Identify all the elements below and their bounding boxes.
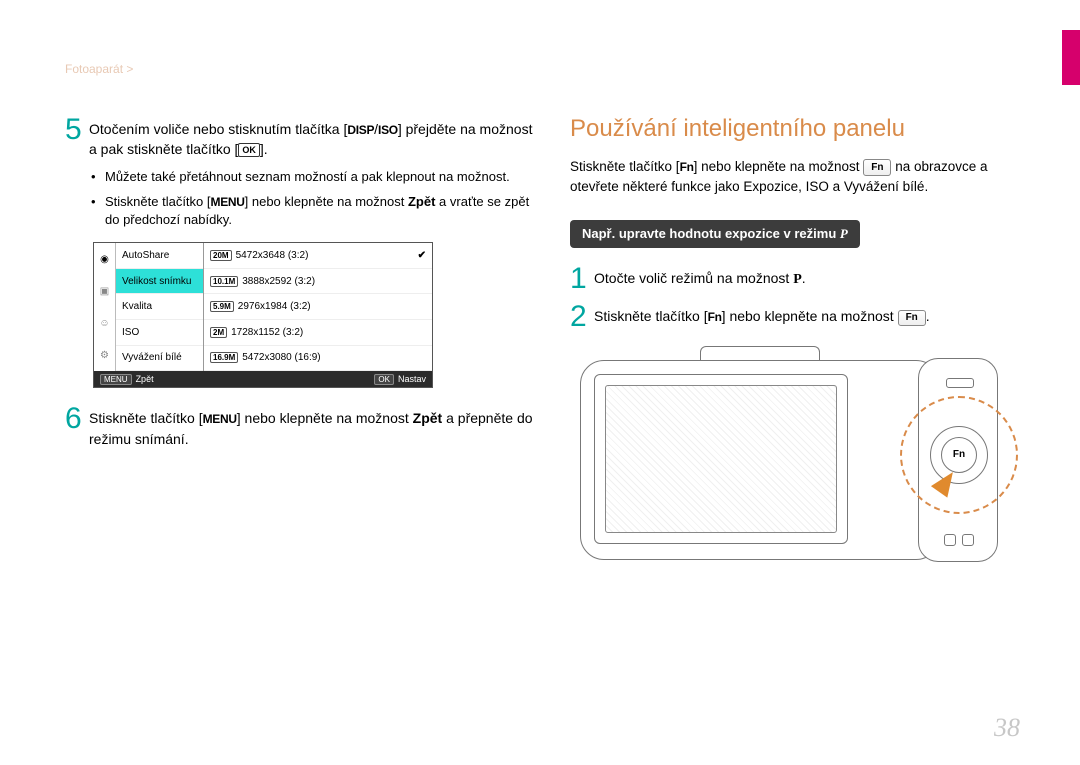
example-subheading: Např. upravte hodnotu expozice v režimu … [570, 220, 860, 248]
size-tag: 20M [210, 250, 232, 261]
step-text: Stiskněte tlačítko [Fn] nebo klepněte na… [594, 302, 930, 332]
menu-item: ISO [116, 320, 203, 346]
check-icon: ✔ [418, 250, 426, 261]
footer-label: Nastav [398, 374, 426, 384]
iso-key-icon: ISO [378, 122, 398, 139]
step-1: 1 Otočte volič režimů na možnost P. [570, 264, 1010, 294]
bold-text: Zpět [413, 410, 443, 426]
menu-btn-icon: MENU [100, 374, 132, 385]
tab-icon: ▣ [94, 275, 115, 307]
menu-option: 10.1M 3888x2592 (3:2) [204, 269, 432, 295]
menu-key-icon: MENU [203, 411, 237, 428]
p-mode-icon: P [840, 226, 848, 241]
text: Stiskněte tlačítko [ [89, 410, 203, 426]
bullet-list: Můžete také přetáhnout seznam možností a… [91, 168, 533, 231]
menu-option: 20M 5472x3648 (3:2) ✔ [204, 243, 432, 269]
step-text: Otočte volič režimů na možnost P. [594, 264, 806, 294]
text: . [926, 308, 930, 324]
breadcrumb: Fotoaparát > [65, 62, 133, 76]
menu-item: Kvalita [116, 294, 203, 320]
step-text: Stiskněte tlačítko [MENU] nebo klepněte … [89, 404, 533, 449]
highlight-circle [900, 396, 1018, 514]
step-number: 6 [65, 404, 89, 449]
tab-icon: ⚙ [94, 339, 115, 371]
fn-key-icon: Fn [708, 309, 722, 326]
text: ] nebo klepněte na možnost [722, 308, 898, 324]
camera-tab-icon: ◉ [94, 243, 115, 275]
bullet-item: Můžete také přetáhnout seznam možností a… [91, 168, 533, 187]
side-tab [1062, 30, 1080, 85]
fn-screen-icon: Fn [863, 159, 891, 176]
ok-btn-icon: OK [374, 374, 394, 385]
option-label: 2976x1984 (3:2) [238, 301, 311, 312]
section-heading: Používání inteligentního panelu [570, 115, 1010, 143]
step-2: 2 Stiskněte tlačítko [Fn] nebo klepněte … [570, 302, 1010, 332]
fn-screen-icon: Fn [898, 310, 926, 327]
size-tag: 10.1M [210, 276, 238, 287]
camera-illustration: Fn [580, 340, 990, 570]
text: Stiskněte tlačítko [ [594, 308, 708, 324]
disp-key-icon: DISP [347, 122, 374, 139]
menu-option: 5.9M 2976x1984 (3:2) [204, 294, 432, 320]
text: ] nebo klepněte na možnost [694, 159, 864, 174]
text: Otočte volič režimů na možnost [594, 270, 793, 286]
menu-item: Vyvážení bílé [116, 346, 203, 372]
menu-item-selected: Velikost snímku [116, 269, 203, 295]
ok-key-icon: OK [238, 143, 260, 157]
step-5: 5 Otočením voliče nebo stisknutím tlačít… [65, 115, 533, 160]
menu-option: 16.9M 5472x3080 (16:9) [204, 346, 432, 372]
text: ] nebo klepněte na možnost [237, 410, 413, 426]
step-number: 1 [570, 264, 594, 294]
menu-option: 2M 1728x1152 (3:2) [204, 320, 432, 346]
option-label: 1728x1152 (3:2) [231, 327, 303, 338]
page-number: 38 [994, 713, 1020, 743]
text: ]. [260, 141, 268, 157]
text: Např. upravte hodnotu expozice v režimu [582, 226, 840, 241]
right-column: Používání inteligentního panelu Stisknět… [570, 115, 1010, 570]
bullet-item: Stiskněte tlačítko [MENU] nebo klepněte … [91, 193, 533, 231]
text: ] nebo klepněte na možnost [245, 194, 408, 209]
fn-key-icon: Fn [680, 158, 694, 176]
option-label: 5472x3080 (16:9) [242, 352, 320, 363]
option-label: 3888x2592 (3:2) [242, 276, 315, 287]
menu-options: 20M 5472x3648 (3:2) ✔ 10.1M 3888x2592 (3:2)… [204, 243, 432, 371]
menu-footer: MENU Zpět OK Nastav [94, 371, 432, 387]
left-column: 5 Otočením voliče nebo stisknutím tlačít… [65, 115, 533, 457]
step-text: Otočením voliče nebo stisknutím tlačítka… [89, 115, 533, 160]
text: Otočením voliče nebo stisknutím tlačítka… [89, 121, 347, 137]
text: Stiskněte tlačítko [ [105, 194, 211, 209]
menu-tab-icons: ◉ ▣ ☺ ⚙ [94, 243, 116, 371]
option-label: 5472x3648 (3:2) [236, 250, 309, 261]
step-6: 6 Stiskněte tlačítko [MENU] nebo klepnět… [65, 404, 533, 449]
intro-text: Stiskněte tlačítko [Fn] nebo klepněte na… [570, 157, 1010, 198]
menu-key-icon: MENU [211, 194, 245, 211]
p-mode-icon: P [793, 272, 802, 287]
text: . [802, 270, 806, 286]
bold-text: Zpět [408, 194, 435, 209]
step-number: 2 [570, 302, 594, 332]
tab-icon: ☺ [94, 307, 115, 339]
text: Stiskněte tlačítko [ [570, 159, 680, 174]
camera-menu-screenshot: ◉ ▣ ☺ ⚙ AutoShare Velikost snímku Kvalit… [93, 242, 433, 388]
size-tag: 5.9M [210, 301, 234, 312]
menu-items: AutoShare Velikost snímku Kvalita ISO Vy… [116, 243, 203, 371]
footer-label: Zpět [136, 374, 154, 384]
step-number: 5 [65, 115, 89, 160]
size-tag: 16.9M [210, 352, 238, 363]
menu-item: AutoShare [116, 243, 203, 269]
size-tag: 2M [210, 327, 227, 338]
